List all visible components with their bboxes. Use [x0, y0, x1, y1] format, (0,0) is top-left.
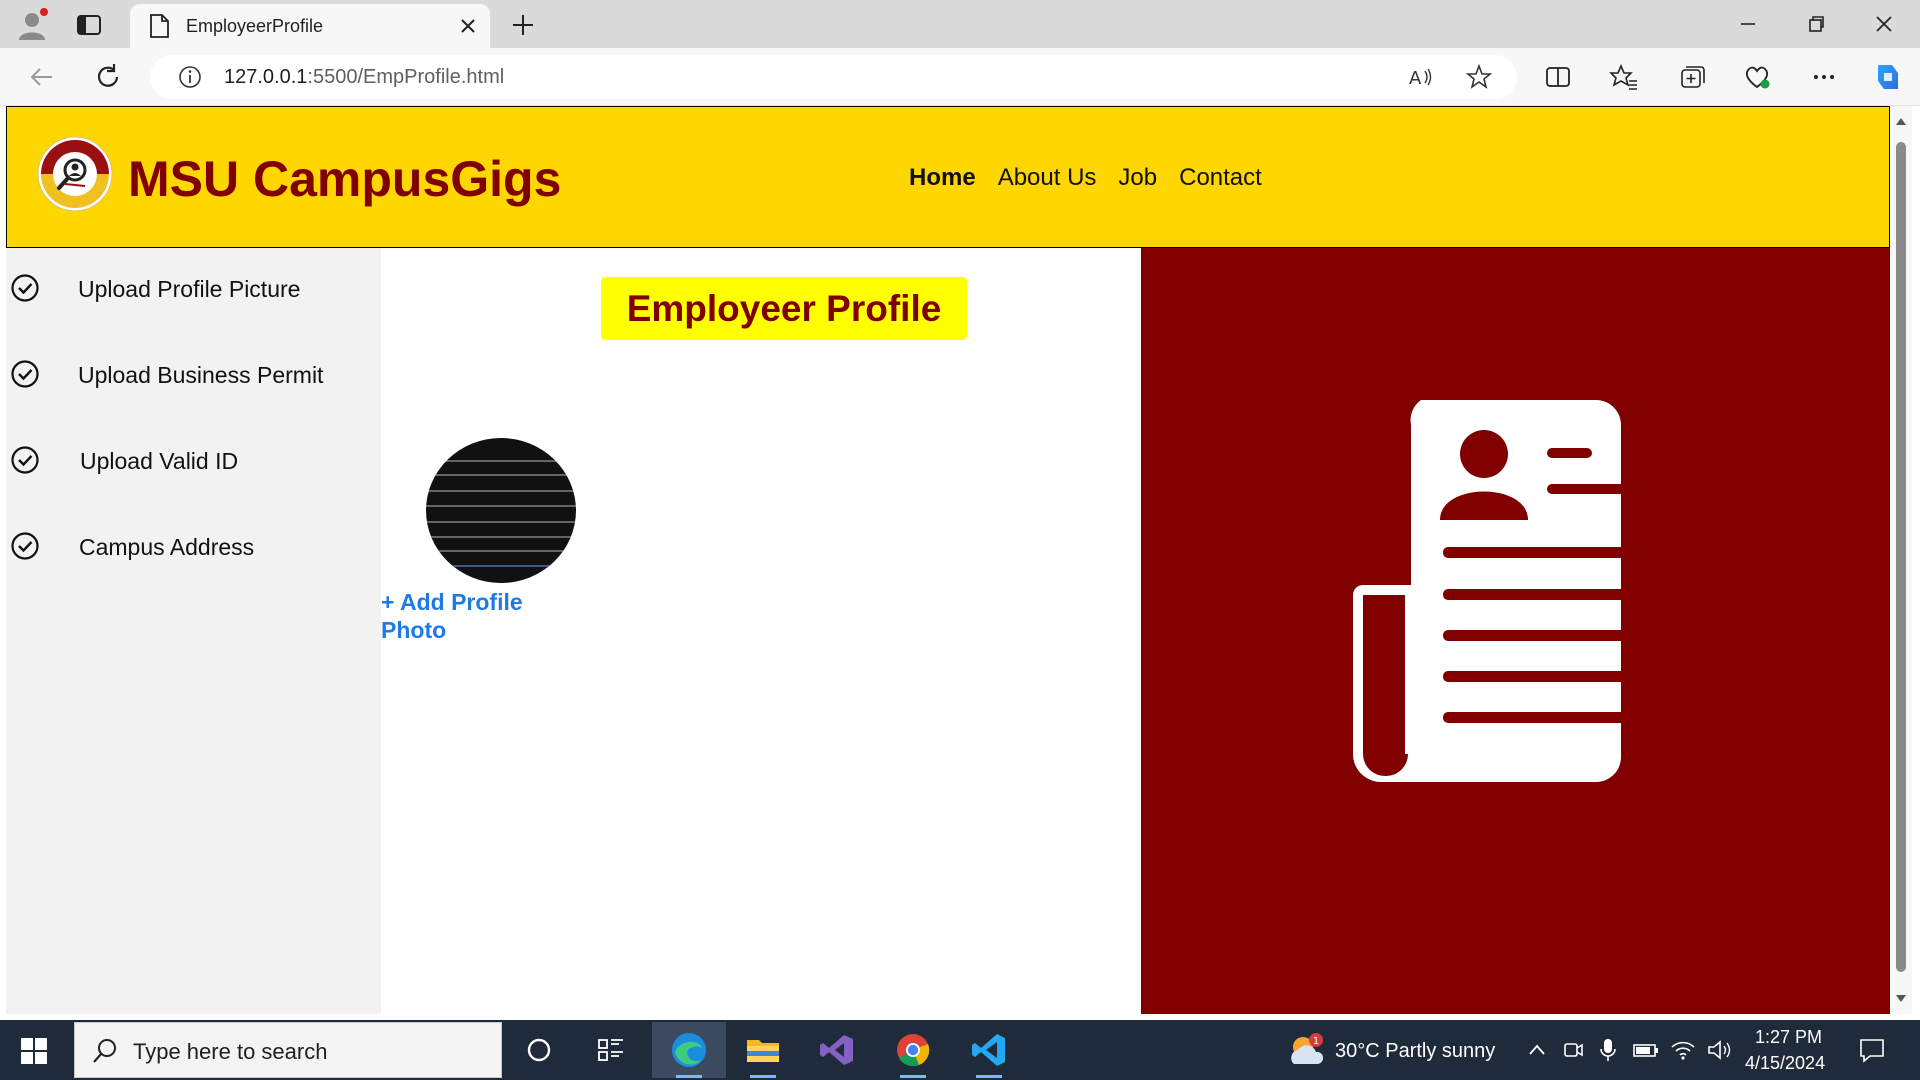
weather-text[interactable]: 30°C Partly sunny [1335, 1040, 1495, 1063]
taskbar-search-box[interactable]: Type here to search [74, 1022, 502, 1078]
tab-close-icon[interactable] [458, 16, 478, 36]
profile-main-panel: Employeer Profile + Add Profile Photo [381, 248, 1141, 1014]
battery-icon[interactable] [1633, 1040, 1659, 1060]
clock-date[interactable]: 4/15/2024 [1745, 1053, 1825, 1074]
scroll-up-arrow-icon[interactable] [1895, 116, 1907, 126]
vscode-icon [972, 1034, 1005, 1066]
minimize-icon[interactable] [1732, 8, 1764, 40]
url-text[interactable]: 127.0.0.1:5500/EmpProfile.html [224, 66, 504, 89]
decorative-panel [1141, 248, 1890, 1014]
profile-photo-avatar[interactable] [426, 438, 576, 583]
resume-document-icon [1353, 400, 1649, 782]
favorite-star-icon[interactable] [1463, 61, 1495, 93]
site-info-icon[interactable] [174, 61, 206, 93]
profile-checklist-sidebar: Upload Profile Picture Upload Business P… [6, 248, 381, 1014]
checklist-item-label: Upload Valid ID [80, 448, 239, 474]
visual-studio-icon [820, 1035, 853, 1065]
page-icon [150, 14, 169, 38]
microphone-icon[interactable] [1598, 1037, 1618, 1063]
split-screen-icon[interactable] [1542, 61, 1574, 93]
site-brand-title[interactable]: MSU CampusGigs [128, 150, 561, 208]
check-circle-icon [11, 446, 39, 474]
wifi-icon[interactable] [1670, 1038, 1696, 1062]
task-view-button[interactable] [575, 1022, 649, 1078]
chevron-up-icon[interactable] [1527, 1040, 1547, 1060]
cortana-button[interactable] [502, 1022, 576, 1078]
close-window-icon[interactable] [1868, 8, 1900, 40]
check-circle-icon [11, 274, 39, 302]
profile-icon[interactable] [14, 6, 50, 42]
msu-campusgigs-logo[interactable] [37, 136, 113, 212]
nav-job-link[interactable]: Job [1118, 164, 1157, 192]
nav-home-link[interactable]: Home [909, 164, 976, 192]
cortana-circle-icon [527, 1038, 551, 1062]
new-tab-icon[interactable] [508, 10, 538, 40]
checklist-item-upload-valid-id[interactable]: Upload Valid ID [10, 442, 370, 478]
active-tab[interactable]: EmployeerProfile [130, 4, 490, 48]
clock-time[interactable]: 1:27 PM [1755, 1027, 1822, 1048]
url-path: :5500/EmpProfile.html [307, 66, 505, 88]
nav-contact-link[interactable]: Contact [1179, 164, 1262, 192]
add-profile-photo-link[interactable]: + Add Profile Photo [381, 588, 551, 644]
browser-essentials-icon[interactable] [1741, 61, 1773, 93]
refresh-icon[interactable] [92, 61, 124, 93]
copilot-icon[interactable] [1870, 59, 1906, 95]
checklist-item-label: Upload Business Permit [78, 362, 324, 388]
favorites-icon[interactable] [1608, 61, 1640, 93]
site-header: MSU CampusGigs Home About Us Job Contact [6, 106, 1890, 248]
read-aloud-icon[interactable]: A [1404, 61, 1436, 93]
restore-icon[interactable] [1800, 8, 1832, 40]
search-icon [93, 1039, 116, 1063]
url-host: 127.0.0.1 [224, 66, 308, 88]
search-placeholder: Type here to search [133, 1039, 328, 1064]
weather-partly-sunny-icon[interactable]: 1 [1286, 1030, 1326, 1070]
main-nav: Home About Us Job Contact [909, 164, 1262, 192]
page-viewport: MSU CampusGigs Home About Us Job Contact… [6, 106, 1890, 1014]
browser-tab-strip: EmployeerProfile [0, 0, 1920, 48]
back-icon[interactable] [26, 61, 58, 93]
nav-about-us-link[interactable]: About Us [998, 164, 1097, 192]
checklist-item-label: Upload Profile Picture [78, 276, 301, 302]
notification-center-icon[interactable] [1858, 1036, 1886, 1064]
checklist-item-upload-business-permit[interactable]: Upload Business Permit [10, 356, 370, 392]
scroll-down-arrow-icon[interactable] [1895, 994, 1907, 1004]
taskbar-file-explorer-app[interactable] [726, 1022, 800, 1078]
page-scrollbar[interactable] [1890, 106, 1912, 1014]
taskbar-visual-studio-app[interactable] [800, 1022, 874, 1078]
windows-start-icon[interactable] [20, 1037, 48, 1065]
tab-title: EmployeerProfile [186, 16, 324, 36]
address-bar[interactable]: 127.0.0.1:5500/EmpProfile.html A [150, 55, 1517, 99]
folder-icon [747, 1040, 779, 1062]
check-circle-icon [11, 360, 39, 388]
more-options-icon[interactable] [1808, 61, 1840, 93]
check-circle-icon [11, 532, 39, 560]
task-view-icon [598, 1039, 623, 1061]
collections-icon[interactable] [1675, 61, 1707, 93]
page-title: Employeer Profile [601, 277, 967, 340]
scrollbar-thumb[interactable] [1896, 142, 1906, 972]
windows-taskbar: Type here to search 1 30°C Partly sunny … [0, 1020, 1920, 1080]
chrome-icon [897, 1034, 930, 1067]
taskbar-edge-app[interactable] [652, 1022, 726, 1078]
meet-now-icon[interactable] [1562, 1038, 1584, 1062]
volume-icon[interactable] [1706, 1038, 1732, 1062]
browser-toolbar: 127.0.0.1:5500/EmpProfile.html A [0, 48, 1920, 106]
weather-badge-count: 1 [1313, 1036, 1319, 1047]
tab-actions-icon[interactable] [74, 10, 104, 40]
taskbar-chrome-app[interactable] [876, 1022, 950, 1078]
checklist-item-campus-address[interactable]: Campus Address [10, 528, 370, 564]
taskbar-vscode-app[interactable] [952, 1022, 1026, 1078]
svg-text:A: A [1409, 68, 1422, 89]
checklist-item-label: Campus Address [79, 534, 255, 560]
checklist-item-upload-profile-picture[interactable]: Upload Profile Picture [10, 270, 370, 306]
edge-browser-icon [672, 1033, 706, 1067]
